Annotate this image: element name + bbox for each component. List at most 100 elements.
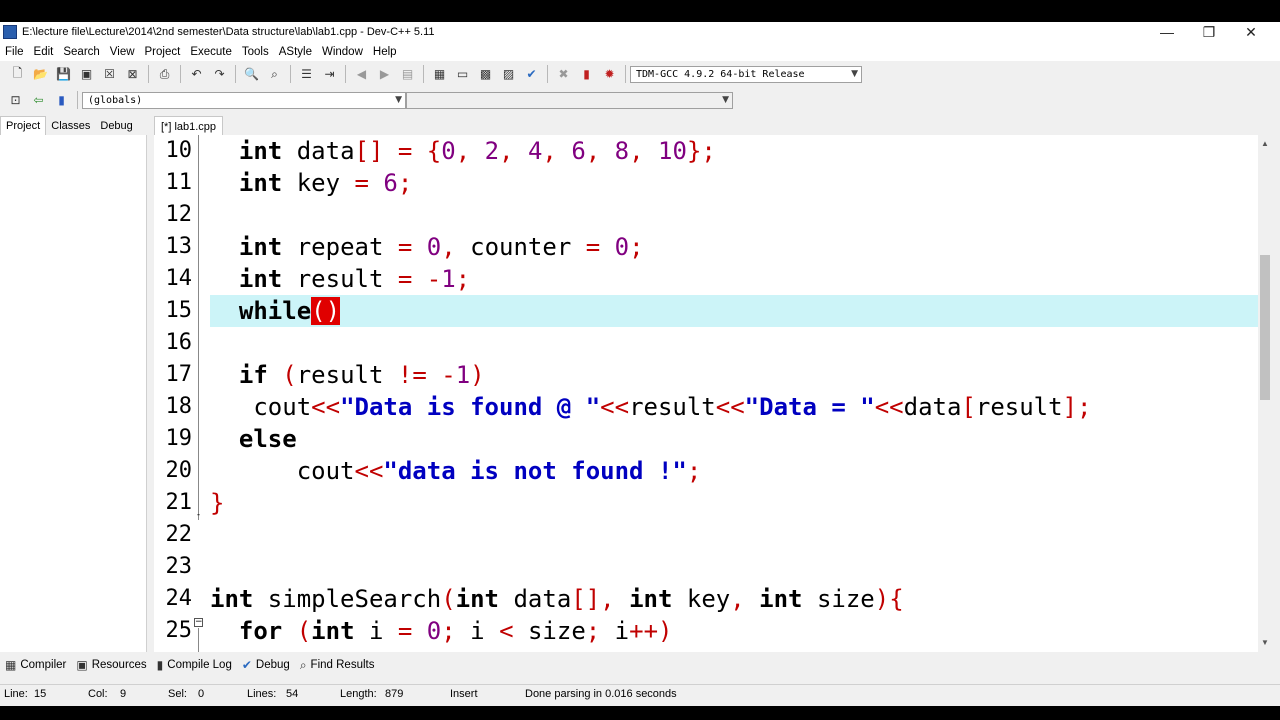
menu-search[interactable]: Search xyxy=(58,46,104,58)
line-number: 14 xyxy=(165,266,193,291)
redo-icon[interactable]: ↷ xyxy=(210,65,229,84)
menu-astyle[interactable]: AStyle xyxy=(274,46,317,58)
save-all-icon[interactable]: ▣ xyxy=(77,65,96,84)
toolbar-separator xyxy=(180,65,181,83)
toolbar-separator xyxy=(77,91,78,109)
toolbar-separator xyxy=(547,65,548,83)
class-toolbar: ⊡ ⇦ ▮ (globals) ▼ ▼ xyxy=(0,87,760,113)
insert-icon[interactable]: ⊡ xyxy=(6,91,25,110)
rebuild-icon[interactable]: ▨ xyxy=(499,65,518,84)
scrollbar-thumb[interactable] xyxy=(1260,255,1270,400)
undo-icon[interactable]: ↶ xyxy=(187,65,206,84)
menu-edit[interactable]: Edit xyxy=(29,46,59,58)
run-icon[interactable]: ▭ xyxy=(453,65,472,84)
menu-tools[interactable]: Tools xyxy=(237,46,274,58)
chevron-down-icon: ▼ xyxy=(851,69,858,79)
status-lines-label: Lines: xyxy=(247,688,277,700)
menu-execute[interactable]: Execute xyxy=(185,46,237,58)
fold-guide-line xyxy=(198,628,199,652)
replace-icon[interactable]: ⌕ xyxy=(265,65,284,84)
code-line: } xyxy=(210,489,225,517)
code-line: if (result != -1) xyxy=(238,361,485,389)
editor-tab-lab1[interactable]: [*] lab1.cpp xyxy=(154,116,224,136)
compile-run-icon[interactable]: ▩ xyxy=(476,65,495,84)
status-col-value: 9 xyxy=(120,688,127,700)
status-line-label: Line: xyxy=(4,688,28,700)
title-bar: E:\lecture file\Lecture\2014\2nd semeste… xyxy=(0,22,1280,42)
line-number: 10 xyxy=(165,138,193,163)
line-number: 15 xyxy=(165,298,193,323)
tab-resources[interactable]: ▣ Resources xyxy=(71,658,151,672)
find-icon[interactable]: 🔍 xyxy=(242,65,261,84)
bookmark-prev-icon[interactable]: ◀ xyxy=(352,65,371,84)
compiler-select-value: TDM-GCC 4.9.2 64-bit Release xyxy=(636,68,805,80)
close-file-icon[interactable]: ☒ xyxy=(100,65,119,84)
fold-toggle-icon[interactable]: − xyxy=(194,618,203,627)
scroll-up-arrow-icon[interactable]: ▲ xyxy=(1258,137,1272,151)
line-number: 24 xyxy=(165,586,193,611)
menu-project[interactable]: Project xyxy=(140,46,186,58)
tab-compiler[interactable]: ▦ Compiler xyxy=(0,658,71,672)
line-number: 25 xyxy=(165,618,193,643)
tab-classes[interactable]: Classes xyxy=(46,117,95,135)
tab-compile-log[interactable]: ▮ Compile Log xyxy=(152,658,237,672)
syntax-check-icon[interactable]: ✔ xyxy=(522,65,541,84)
open-file-icon[interactable]: 📂 xyxy=(31,65,50,84)
status-sel-value: 0 xyxy=(198,688,205,700)
vertical-scrollbar[interactable]: ▲ ▼ xyxy=(1258,135,1272,652)
menu-view[interactable]: View xyxy=(105,46,140,58)
find-results-icon: ⌕ xyxy=(299,657,307,672)
compile-icon[interactable]: ▦ xyxy=(430,65,449,84)
compiler-select[interactable]: TDM-GCC 4.9.2 64-bit Release ▼ xyxy=(630,65,862,83)
tab-debug[interactable]: Debug xyxy=(95,117,137,135)
save-icon[interactable]: 💾 xyxy=(54,65,73,84)
scope-select-value: (globals) xyxy=(88,94,143,106)
menu-help[interactable]: Help xyxy=(368,46,402,58)
status-mode: Insert xyxy=(450,688,478,700)
line-number-gutter: 10 11 12 13 14 15 16 17 18 19 20 21 22 2… xyxy=(154,135,206,652)
bookmark-next-icon[interactable]: ▶ xyxy=(375,65,394,84)
restore-button[interactable]: ❐ xyxy=(1187,22,1231,42)
function-select[interactable]: ▼ xyxy=(406,91,733,109)
status-lines-value: 54 xyxy=(286,688,299,700)
tab-find-results-label: Find Results xyxy=(310,659,375,671)
toolbar-separator xyxy=(345,65,346,83)
goto-definition-icon[interactable]: ▮ xyxy=(52,91,71,110)
line-number: 17 xyxy=(165,362,193,387)
line-number: 11 xyxy=(165,170,193,195)
current-code-line: while() xyxy=(210,295,1258,327)
tab-resources-label: Resources xyxy=(91,659,147,671)
code-line: int result = -1; xyxy=(238,265,471,293)
indent-icon[interactable]: ⇥ xyxy=(320,65,339,84)
close-button[interactable]: ✕ xyxy=(1229,22,1273,42)
fold-end-icon: - xyxy=(196,510,201,520)
toolbar-separator xyxy=(290,65,291,83)
minimize-button[interactable]: — xyxy=(1145,22,1189,42)
scroll-down-arrow-icon[interactable]: ▼ xyxy=(1258,636,1272,650)
status-length-label: Length: xyxy=(340,688,377,700)
new-file-icon[interactable]: 🗋 xyxy=(8,65,27,84)
tab-find-results[interactable]: ⌕ Find Results xyxy=(295,658,380,673)
status-sel-label: Sel: xyxy=(168,688,187,700)
debug-icon[interactable]: ✹ xyxy=(600,65,619,84)
profile-chart-icon[interactable]: ▮ xyxy=(577,65,596,84)
tab-debug-bottom[interactable]: ✔ Debug xyxy=(237,658,295,672)
scope-select[interactable]: (globals) ▼ xyxy=(82,91,406,109)
line-number: 21 xyxy=(165,490,193,515)
close-all-icon[interactable]: ⊠ xyxy=(123,65,142,84)
project-browser[interactable] xyxy=(0,135,147,652)
toggle-comment-icon[interactable]: ▤ xyxy=(398,65,417,84)
goto-line-icon[interactable]: ☰ xyxy=(297,65,316,84)
goto-declaration-icon[interactable]: ⇦ xyxy=(29,91,48,110)
code-editor[interactable]: 10 11 12 13 14 15 16 17 18 19 20 21 22 2… xyxy=(154,135,1258,652)
menu-window[interactable]: Window xyxy=(317,46,368,58)
stop-execution-icon[interactable]: ✖ xyxy=(554,65,573,84)
menu-file[interactable]: File xyxy=(0,46,29,58)
code-line: for (int i = 0; i < size; i++) xyxy=(238,617,673,645)
print-icon[interactable]: ⎙ xyxy=(155,65,174,84)
tab-debug-bottom-label: Debug xyxy=(255,659,290,671)
status-length-value: 879 xyxy=(385,688,404,700)
tab-project[interactable]: Project xyxy=(0,116,47,135)
